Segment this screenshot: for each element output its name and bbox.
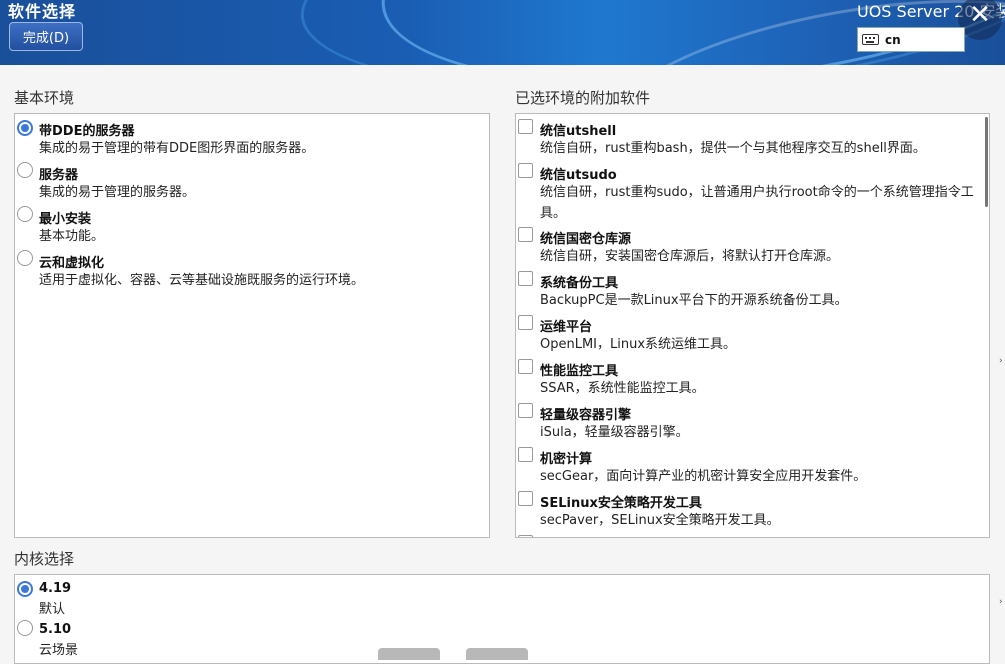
addon-title: 运维平台	[540, 320, 593, 335]
radio-button[interactable]	[17, 120, 33, 136]
footer-button[interactable]	[378, 648, 440, 660]
header-bar: 软件选择 完成(D) UOS Server 20 安装 ✕ cn	[0, 0, 1005, 65]
addon-title: 统信utsudo	[540, 168, 617, 183]
option-title: 服务器	[39, 168, 79, 183]
base-env-label: 基本环境	[14, 89, 75, 107]
radio-button[interactable]	[17, 250, 33, 266]
option-desc: 默认	[39, 602, 66, 617]
option-desc: 集成的易于管理的带有DDE图形界面的服务器。	[39, 141, 315, 156]
keyboard-layout-label: cn	[885, 32, 901, 47]
checkbox[interactable]	[518, 119, 533, 134]
addon-desc: SSAR，系统性能监控工具。	[540, 381, 705, 396]
addon-desc: BackupPC是一款Linux平台下的开源系统备份工具。	[540, 293, 848, 308]
radio-button[interactable]	[17, 620, 33, 636]
addon-desc: secPaver，SELinux安全策略开发工具。	[540, 513, 780, 528]
addon-title: SELinux安全策略开发工具	[540, 496, 702, 511]
option-title: 最小安装	[39, 212, 92, 227]
option-desc: 基本功能。	[39, 229, 105, 244]
checkbox[interactable]	[518, 403, 533, 418]
checkbox[interactable]	[518, 271, 533, 286]
chevron-right-icon: ›	[999, 356, 1003, 366]
addon-title: 统信utshell	[540, 124, 617, 139]
addon-title: 统信国密仓库源	[540, 232, 632, 247]
checkbox[interactable]	[518, 163, 533, 178]
radio-button[interactable]	[17, 206, 33, 222]
option-desc: 集成的易于管理的服务器。	[39, 185, 196, 200]
radio-button[interactable]	[17, 162, 33, 178]
checkbox[interactable]	[518, 491, 533, 506]
keyboard-icon	[862, 34, 879, 45]
option-title: 云和虚拟化	[39, 256, 105, 271]
addons-list[interactable]: 统信utshell 统信自研，rust重构bash，提供一个与其他程序交互的sh…	[515, 113, 990, 538]
checkbox[interactable]	[518, 535, 533, 537]
addons-label: 已选环境的附加软件	[515, 89, 651, 107]
page-title: 软件选择	[8, 2, 77, 21]
addon-desc: 统信自研，rust重构bash，提供一个与其他程序交互的shell界面。	[540, 141, 926, 156]
checkbox[interactable]	[518, 227, 533, 242]
addons-scrollbar[interactable]	[985, 117, 988, 207]
addon-desc: iSula，轻量级容器引擎。	[540, 425, 689, 440]
addon-title: 机密计算	[540, 452, 593, 467]
base-env-list: 带DDE的服务器 集成的易于管理的带有DDE图形界面的服务器。 服务器 集成的易…	[14, 113, 490, 538]
option-title: 4.19	[39, 581, 72, 596]
chevron-right-icon: ›	[999, 597, 1003, 607]
addon-desc: OpenLMI，Linux系统运维工具。	[540, 337, 737, 352]
done-button[interactable]: 完成(D)	[9, 22, 83, 51]
addon-title: 轻量级容器引擎	[540, 408, 632, 423]
radio-button[interactable]	[17, 581, 33, 597]
option-desc: 云场景	[39, 643, 79, 658]
option-desc: 适用于虚拟化、容器、云等基础设施既服务的运行环境。	[39, 273, 365, 288]
addon-desc: 统信自研，rust重构sudo，让普通用户执行root命令的一个系统管理指令工具…	[540, 185, 974, 221]
option-title: 带DDE的服务器	[39, 124, 135, 139]
kernel-label: 内核选择	[14, 550, 75, 568]
checkbox[interactable]	[518, 315, 533, 330]
option-title: 5.10	[39, 622, 72, 637]
checkbox[interactable]	[518, 359, 533, 374]
addon-desc: 统信自研，安装国密仓库源后，将默认打开仓库源。	[540, 249, 840, 264]
addon-desc: secGear，面向计算产业的机密计算安全应用开发套件。	[540, 469, 867, 484]
footer-button[interactable]	[466, 648, 528, 660]
checkbox[interactable]	[518, 447, 533, 462]
keyboard-layout-indicator[interactable]: cn	[857, 27, 965, 52]
addon-title: 系统备份工具	[540, 276, 619, 291]
addon-title: 性能监控工具	[540, 364, 619, 379]
